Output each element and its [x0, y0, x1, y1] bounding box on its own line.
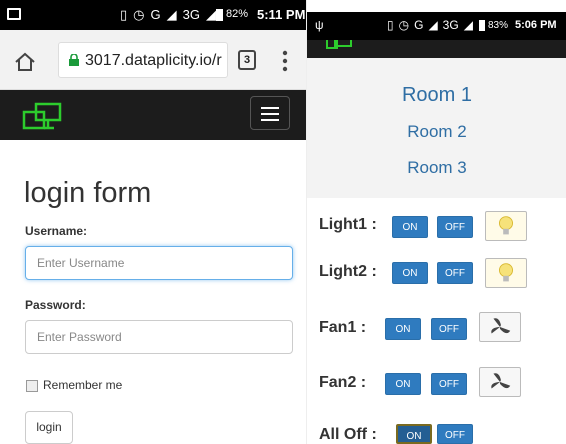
remember-me-checkbox[interactable] [26, 380, 38, 392]
room-list: Room 1 Room 2 Room 3 [307, 58, 566, 198]
status-icons: ▯ ◷ G ◢ 3G ◢ [387, 18, 473, 32]
signal-icon-2: ◢ [205, 7, 216, 22]
menu-toggle-button[interactable] [250, 96, 290, 130]
all-off-off-button[interactable]: OFF [437, 424, 473, 444]
password-input[interactable]: Enter Password [25, 320, 293, 354]
address-bar[interactable]: 3017.dataplicity.io/r [58, 42, 228, 78]
room-3-link[interactable]: Room 3 [307, 158, 566, 178]
room-1-link[interactable]: Room 1 [307, 84, 566, 107]
browser-toolbar: 3017.dataplicity.io/r 3 [0, 30, 306, 90]
fan1-off-button[interactable]: OFF [431, 318, 467, 340]
status-bar: ▯ ◷ G ◢ 3G ◢ 82% 5:11 PM [0, 0, 306, 30]
dataplicity-logo-icon [326, 40, 352, 49]
all-off-on-button[interactable]: ON [396, 424, 432, 444]
status-icons: ▯ ◷ G ◢ 3G ◢ [120, 7, 216, 23]
battery-percent: 83% [488, 20, 509, 31]
home-icon[interactable] [14, 52, 36, 72]
usb-icon: ψ [315, 18, 324, 32]
signal-icon: ◢ [166, 7, 177, 22]
username-input[interactable]: Enter Username [25, 246, 293, 280]
signal-icon-2: ◢ [463, 18, 473, 32]
fan2-off-button[interactable]: OFF [431, 373, 467, 395]
fan-icon [479, 367, 521, 397]
bulb-icon [485, 211, 527, 241]
alarm-icon: ◷ [133, 7, 145, 22]
hamburger-line [261, 107, 279, 109]
light1-on-button[interactable]: ON [392, 216, 428, 238]
hamburger-line [261, 113, 279, 115]
fan1-on-button[interactable]: ON [385, 318, 421, 340]
light2-on-button[interactable]: ON [392, 262, 428, 284]
clock: 5:11 PM [257, 7, 306, 22]
login-button[interactable]: login [25, 411, 73, 444]
control-screen: ψ ▯ ◷ G ◢ 3G ◢ 83% 5:06 PM Room 1 Room 2… [306, 0, 566, 444]
hamburger-line [261, 119, 279, 121]
battery-icon [479, 20, 485, 31]
network-type: G [150, 7, 161, 22]
network-type-3g: 3G [442, 18, 459, 32]
remember-me-label: Remember me [43, 378, 123, 392]
fan2-on-button[interactable]: ON [385, 373, 421, 395]
overflow-menu-icon[interactable] [282, 50, 288, 72]
network-type: G [414, 18, 424, 32]
status-bar: ψ ▯ ◷ G ◢ 3G ◢ 83% 5:06 PM [307, 12, 566, 40]
fan1-label: Fan1 : [319, 319, 367, 336]
password-label: Password: [25, 298, 86, 312]
gallery-notification-icon [7, 8, 21, 20]
url-text: 3017.dataplicity.io/r [85, 52, 222, 69]
signal-icon: ◢ [428, 18, 438, 32]
site-navbar [307, 40, 566, 58]
bulb-icon [485, 258, 527, 288]
light2-off-button[interactable]: OFF [437, 262, 473, 284]
lock-icon [69, 54, 79, 66]
dataplicity-logo-icon[interactable] [22, 102, 78, 132]
site-navbar [0, 90, 306, 140]
fan-icon [479, 312, 521, 342]
room-2-link[interactable]: Room 2 [307, 122, 566, 142]
battery-percent: 82% [226, 8, 249, 20]
username-label: Username: [25, 224, 88, 238]
vibrate-icon: ▯ [120, 7, 128, 22]
vibrate-icon: ▯ [387, 18, 394, 32]
battery-icon [216, 9, 223, 21]
alarm-icon: ◷ [398, 18, 410, 32]
light2-label: Light2 : [319, 263, 377, 280]
tab-switcher-button[interactable]: 3 [238, 50, 256, 70]
login-screen: ▯ ◷ G ◢ 3G ◢ 82% 5:11 PM 3017.dataplicit… [0, 0, 306, 444]
light1-label: Light1 : [319, 216, 377, 233]
all-off-label: All Off : [319, 426, 377, 443]
fan2-label: Fan2 : [319, 374, 367, 391]
network-type-3g: 3G [182, 7, 200, 22]
page-title: login form [24, 177, 152, 209]
clock: 5:06 PM [515, 19, 557, 31]
light1-off-button[interactable]: OFF [437, 216, 473, 238]
